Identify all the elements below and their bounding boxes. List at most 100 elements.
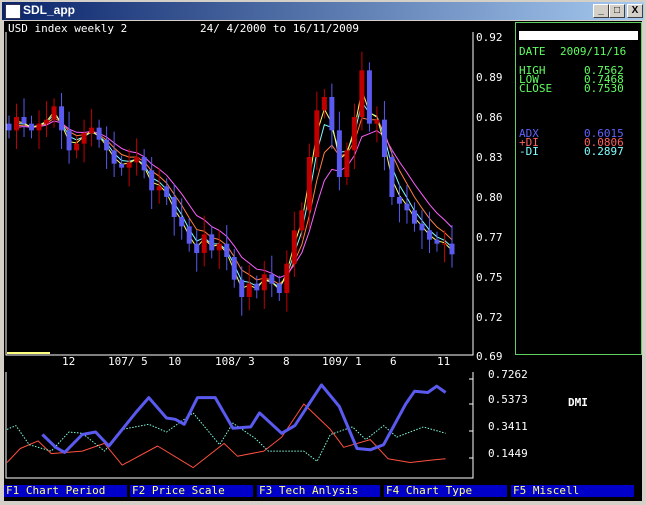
time-tick-label: 10 <box>168 355 182 368</box>
minus-di-value: 0.2897 <box>584 145 624 158</box>
candle <box>291 230 297 264</box>
time-tick-label: 109/ 1 <box>322 355 362 368</box>
candle <box>246 283 252 297</box>
candle <box>284 263 290 293</box>
candle <box>254 283 260 291</box>
price-tick-label: 0.75 <box>476 271 503 284</box>
time-tick-label: 8 <box>283 355 290 368</box>
time-tick-label: 11 <box>437 355 451 368</box>
price-tick-label: 0.69 <box>476 350 503 363</box>
app-window: SDL_app _ □ X USD index weekly 2 24/ 4/2… <box>0 0 646 505</box>
time-tick-label: 108/ 3 <box>215 355 255 368</box>
candle <box>59 106 65 131</box>
candle <box>434 239 440 244</box>
candle <box>366 70 372 124</box>
dmi-tick-label: 0.3411 <box>488 420 528 433</box>
date-value: 2009/11/16 <box>560 45 627 58</box>
candle <box>179 217 185 227</box>
candle <box>74 143 80 151</box>
candle <box>14 117 20 131</box>
candle <box>89 127 95 133</box>
candle <box>396 197 402 204</box>
time-tick-label: 12 <box>62 355 76 368</box>
candle <box>449 243 455 255</box>
info-header-bar <box>519 31 638 40</box>
candle <box>21 117 27 124</box>
candle <box>51 106 57 120</box>
candle <box>6 123 12 131</box>
candle <box>134 157 140 163</box>
candle <box>239 279 245 297</box>
candle <box>216 243 222 251</box>
candle <box>374 119 380 124</box>
candle <box>126 162 132 168</box>
candle <box>321 97 327 111</box>
candle <box>306 157 312 211</box>
candle <box>141 157 147 171</box>
candle <box>156 186 162 191</box>
candle <box>36 123 42 131</box>
dmi-tick-label: 0.7262 <box>488 368 528 381</box>
candle <box>171 197 177 217</box>
candle <box>419 223 425 231</box>
candle <box>329 97 335 131</box>
candle <box>344 150 350 177</box>
instrument-label: USD index weekly 2 <box>8 22 128 35</box>
candle <box>111 150 117 164</box>
candle <box>426 230 432 240</box>
candle <box>96 127 102 140</box>
candle <box>359 70 365 117</box>
f2-price-scale-button[interactable]: F2 Price Scale <box>130 485 253 497</box>
date-label: DATE <box>519 45 546 58</box>
price-tick-label: 0.77 <box>476 231 503 244</box>
candle <box>261 274 267 291</box>
candle <box>411 210 417 224</box>
candle <box>194 243 200 253</box>
candle <box>119 163 125 168</box>
dmi-chart-frame <box>5 372 474 479</box>
dmi-series-minus-DI <box>6 412 446 462</box>
candle <box>164 186 170 197</box>
candle <box>269 274 275 284</box>
dmi-series-plusminus-DI <box>6 403 446 469</box>
dmi-tick-label: 0.1449 <box>488 447 528 460</box>
candle <box>186 226 192 244</box>
candle <box>404 203 410 211</box>
candle <box>224 243 230 257</box>
price-tick-label: 0.72 <box>476 311 503 324</box>
candle <box>29 123 35 131</box>
candle <box>314 110 320 157</box>
time-tick-label: 6 <box>390 355 397 368</box>
dmi-series-ADX <box>41 383 447 454</box>
dmi-label: DMI <box>568 396 588 409</box>
candle <box>201 234 207 253</box>
f1-chart-period-button[interactable]: F1 Chart Period <box>4 485 127 497</box>
candle <box>299 210 305 231</box>
candle <box>389 157 395 197</box>
candle <box>381 119 387 157</box>
info-panel: DATE 2009/11/16 HIGH 0.7562 LOW 0.7468 C… <box>515 22 642 355</box>
f5-miscell-button[interactable]: F5 Miscell <box>511 485 634 497</box>
minus-di-label: -DI <box>519 145 539 158</box>
candle <box>276 283 282 293</box>
time-tick-label: 107/ 5 <box>108 355 148 368</box>
candle <box>336 130 342 177</box>
candle <box>149 170 155 191</box>
candle <box>209 234 215 251</box>
price-tick-label: 0.86 <box>476 111 503 124</box>
price-tick-label: 0.89 <box>476 71 503 84</box>
candle <box>351 117 357 151</box>
price-tick-label: 0.83 <box>476 151 503 164</box>
price-chart-frame <box>5 32 474 356</box>
candle <box>66 130 72 151</box>
candle <box>104 139 110 151</box>
f4-chart-type-button[interactable]: F4 Chart Type <box>384 485 507 497</box>
f3-tech-analysis-button[interactable]: F3 Tech Anlysis <box>257 485 380 497</box>
date-range: 24/ 4/2000 to 16/11/2009 <box>200 22 359 35</box>
dmi-tick-label: 0.5373 <box>488 393 528 406</box>
close-value: 0.7530 <box>584 82 624 95</box>
candle <box>231 257 237 280</box>
price-tick-label: 0.92 <box>476 31 503 44</box>
candle <box>81 133 87 144</box>
close-label: CLOSE <box>519 82 553 95</box>
